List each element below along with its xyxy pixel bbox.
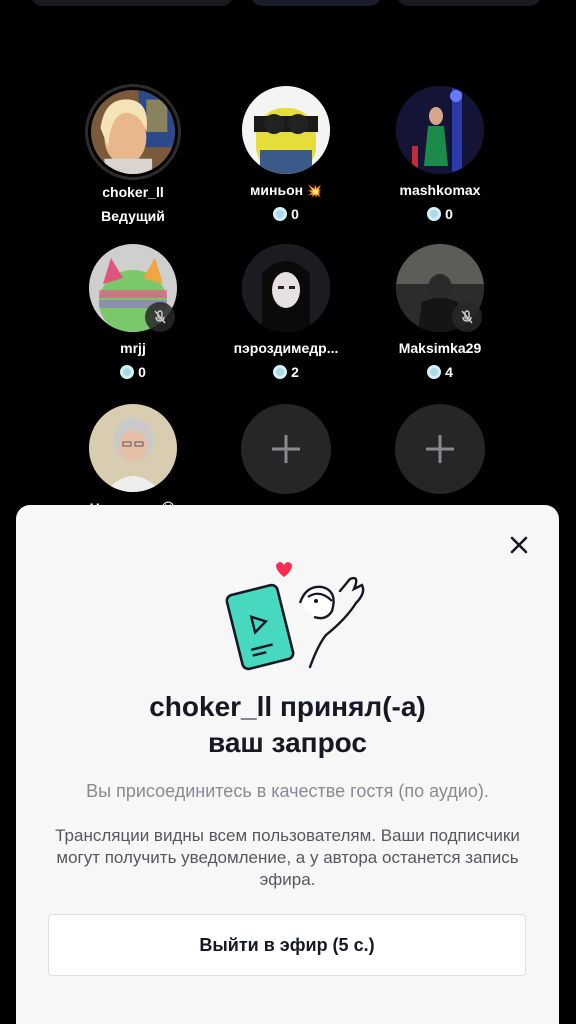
- guest-name: миньон 💥: [250, 182, 322, 198]
- avatar[interactable]: [85, 84, 181, 180]
- coin-icon: [427, 207, 442, 221]
- add-guest-button[interactable]: [395, 404, 485, 494]
- host-role-label: Ведущий: [101, 208, 165, 224]
- avatar[interactable]: [242, 86, 330, 174]
- close-icon[interactable]: [507, 533, 531, 557]
- guest-name: Maksimka29: [398, 340, 482, 356]
- guest-name: пэроздимедр...: [233, 340, 339, 356]
- singer-avatar-image: [242, 244, 330, 332]
- sheet-title: choker_ll принял(-а) ваш запрос: [16, 689, 559, 761]
- coin-count: 4: [360, 364, 520, 380]
- sheet-description: Трансляции видны всем пользователям. Ваш…: [55, 826, 520, 889]
- sheet-title-line-2: ваш запрос: [208, 727, 367, 758]
- guest-name: mrjj: [120, 340, 146, 356]
- sheet-title-line-1: choker_ll принял(-а): [149, 691, 426, 722]
- coin-icon: [273, 365, 288, 379]
- guest-name: mashkomax: [399, 182, 481, 198]
- guest-name: choker_ll: [102, 184, 164, 200]
- request-accepted-sheet: choker_ll принял(-а) ваш запрос Вы присо…: [16, 505, 559, 1024]
- coin-icon: [427, 365, 442, 379]
- plus-icon: [426, 435, 454, 463]
- avatar[interactable]: [242, 244, 330, 332]
- coin-icon: [120, 365, 135, 379]
- skater-avatar-image: [396, 86, 484, 174]
- plus-icon: [272, 435, 300, 463]
- coin-icon: [273, 207, 288, 221]
- host-avatar-image: [91, 90, 175, 174]
- sheet-subtitle: Вы присоединитесь в качестве гостя (по а…: [86, 781, 489, 801]
- live-guest-illustration: [225, 562, 365, 671]
- go-live-button[interactable]: Выйти в эфир (5 с.): [48, 914, 526, 976]
- coin-count: 0: [206, 206, 366, 222]
- woman-avatar-image: [89, 404, 177, 492]
- microphone-muted-icon: [145, 302, 175, 332]
- add-guest-button[interactable]: [241, 404, 331, 494]
- avatar[interactable]: [396, 86, 484, 174]
- coin-count: 0: [360, 206, 520, 222]
- microphone-muted-icon: [452, 302, 482, 332]
- coin-count: 2: [206, 364, 366, 380]
- avatar[interactable]: [89, 404, 177, 492]
- explosion-emoji: 💥: [306, 184, 322, 198]
- minion-avatar-image: [242, 86, 330, 174]
- coin-count: 0: [53, 364, 213, 380]
